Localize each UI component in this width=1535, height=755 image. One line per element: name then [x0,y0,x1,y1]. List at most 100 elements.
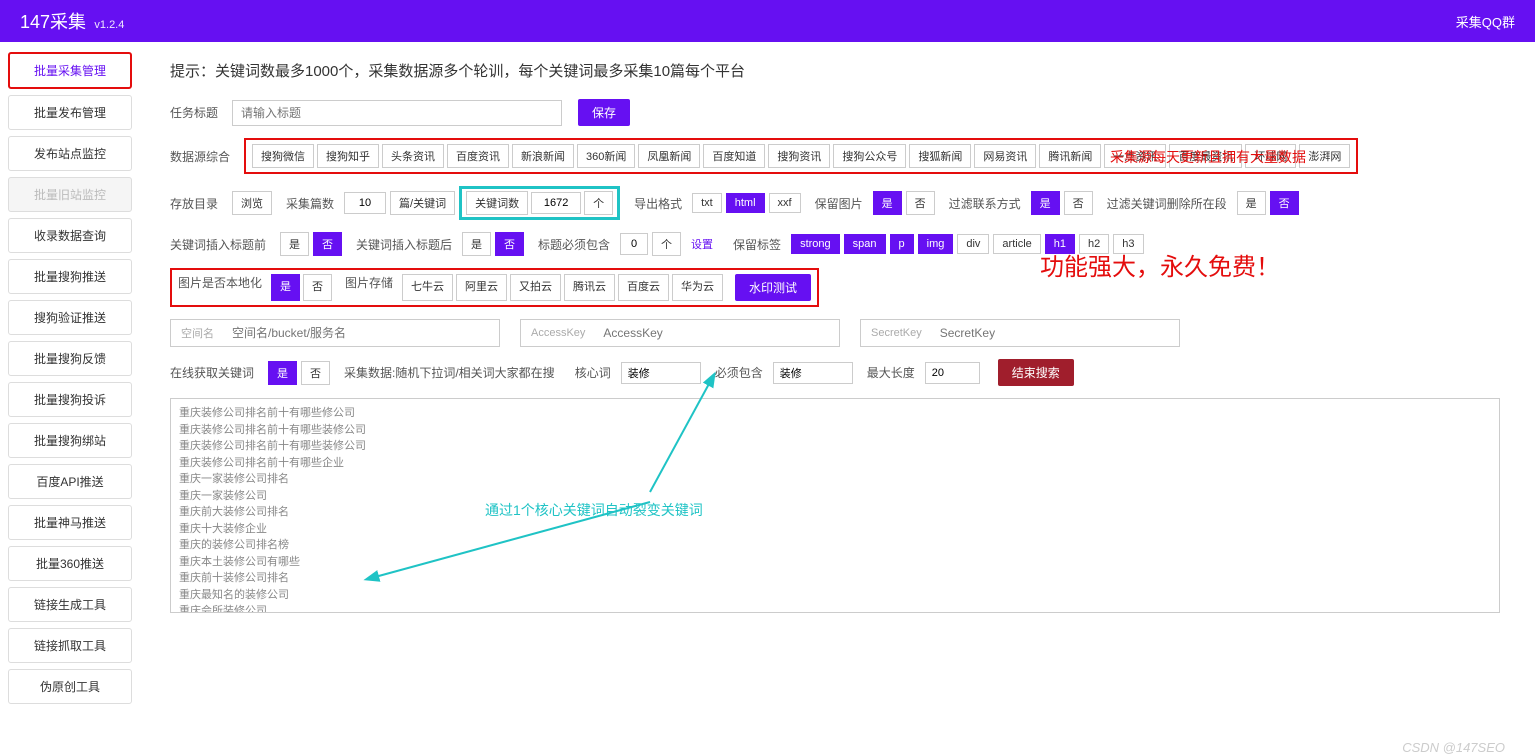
source-tag[interactable]: 百度资讯 [447,144,509,168]
store-baidu[interactable]: 百度云 [618,274,669,301]
csdn-watermark: CSDN @147SEO [1402,740,1505,755]
source-tag[interactable]: 腾讯新闻 [1039,144,1101,168]
filter-kw-yes[interactable]: 是 [1237,191,1266,215]
keep-img-label: 保留图片 [815,195,863,212]
insert-before-label: 关键词插入标题前 [170,236,266,253]
format-txt[interactable]: txt [692,193,722,213]
tag-span[interactable]: span [844,234,886,254]
tag-img[interactable]: img [918,234,954,254]
sidebar-item-old-monitor: 批量旧站监控 [8,177,132,212]
filter-contact-label: 过滤联系方式 [949,195,1021,212]
settings-link[interactable]: 设置 [691,236,713,252]
online-kw-yes[interactable]: 是 [268,361,297,385]
img-store-label: 图片存储 [345,274,393,301]
accesskey-input-group: AccessKey [520,319,840,347]
source-tag[interactable]: 凤凰新闻 [638,144,700,168]
sidebar-item-shenma-push[interactable]: 批量神马推送 [8,505,132,540]
sidebar-item-publish-manage[interactable]: 批量发布管理 [8,95,132,130]
task-title-input[interactable] [232,100,562,126]
sk-prefix: SecretKey [861,327,932,339]
source-label: 数据源综合 [170,148,230,165]
source-tag[interactable]: 网易资讯 [974,144,1036,168]
sidebar: 批量采集管理 批量发布管理 发布站点监控 批量旧站监控 收录数据查询 批量搜狗推… [0,42,140,720]
sidebar-item-baidu-api[interactable]: 百度API推送 [8,464,132,499]
store-tencent[interactable]: 腾讯云 [564,274,615,301]
collect-num-input[interactable] [344,192,386,214]
filter-contact-no[interactable]: 否 [1064,191,1093,215]
annotation-source-note: 采集源每天更新且拥有大量数据 [1110,147,1306,167]
source-tag[interactable]: 搜狗公众号 [833,144,906,168]
source-tag[interactable]: 新浪新闻 [512,144,574,168]
tag-div[interactable]: div [957,234,989,254]
browse-button[interactable]: 浏览 [232,191,272,215]
source-tag[interactable]: 百度知道 [703,144,765,168]
source-tag[interactable]: 搜狐新闻 [909,144,971,168]
must-contain-label: 标题必须包含 [538,236,610,253]
source-tag[interactable]: 搜狗知乎 [317,144,379,168]
sidebar-item-index-query[interactable]: 收录数据查询 [8,218,132,253]
task-title-label: 任务标题 [170,104,218,121]
keyword-count-highlight: 关键词数 个 [459,186,620,220]
max-len-label: 最大长度 [867,364,915,381]
must-contain-unit: 个 [652,232,681,256]
source-tag[interactable]: 头条资讯 [382,144,444,168]
online-kw-no[interactable]: 否 [301,361,330,385]
format-html[interactable]: html [726,193,765,213]
space-input[interactable] [224,320,484,346]
insert-before-no[interactable]: 否 [313,232,342,256]
source-tag[interactable]: 搜狗微信 [252,144,314,168]
keep-img-no[interactable]: 否 [906,191,935,215]
accesskey-input[interactable] [595,320,835,346]
insert-after-yes[interactable]: 是 [462,232,491,256]
keep-img-yes[interactable]: 是 [873,191,902,215]
end-search-button[interactable]: 结束搜索 [998,359,1074,386]
filter-contact-yes[interactable]: 是 [1031,191,1060,215]
img-local-label: 图片是否本地化 [178,274,262,301]
tag-p[interactable]: p [890,234,914,254]
sidebar-item-sogou-complaint[interactable]: 批量搜狗投诉 [8,382,132,417]
source-tag[interactable]: 澎湃网 [1299,144,1350,168]
sidebar-item-sogou-push[interactable]: 批量搜狗推送 [8,259,132,294]
app-version: v1.2.4 [94,19,124,31]
format-xxf[interactable]: xxf [769,193,801,213]
max-len-input[interactable] [925,362,980,384]
sidebar-item-pseudo-original[interactable]: 伪原创工具 [8,669,132,704]
keyword-unit: 个 [584,191,613,215]
keyword-num-input[interactable] [531,192,581,214]
filter-kw-no[interactable]: 否 [1270,191,1299,215]
store-aliyun[interactable]: 阿里云 [456,274,507,301]
insert-after-no[interactable]: 否 [495,232,524,256]
save-button[interactable]: 保存 [578,99,630,126]
sidebar-item-360-push[interactable]: 批量360推送 [8,546,132,581]
core-kw-input[interactable] [621,362,701,384]
tag-strong[interactable]: strong [791,234,840,254]
sidebar-item-collect-manage[interactable]: 批量采集管理 [8,52,132,89]
keyword-num-label: 关键词数 [466,191,528,215]
sidebar-item-link-grab[interactable]: 链接抓取工具 [8,628,132,663]
store-qiniu[interactable]: 七牛云 [402,274,453,301]
store-huawei[interactable]: 华为云 [672,274,723,301]
source-tag[interactable]: 搜狗资讯 [768,144,830,168]
source-tag[interactable]: 360新闻 [577,144,635,168]
img-local-no[interactable]: 否 [303,274,332,301]
keep-tags-label: 保留标签 [733,236,781,253]
sidebar-item-link-gen[interactable]: 链接生成工具 [8,587,132,622]
sidebar-item-sogou-bind[interactable]: 批量搜狗绑站 [8,423,132,458]
sidebar-item-sogou-feedback[interactable]: 批量搜狗反馈 [8,341,132,376]
qq-group-link[interactable]: 采集QQ群 [1456,12,1515,31]
ak-prefix: AccessKey [521,327,595,339]
img-local-yes[interactable]: 是 [271,274,300,301]
app-title: 147采集 [20,12,86,32]
must-contain-count[interactable] [620,233,648,255]
store-upyun[interactable]: 又拍云 [510,274,561,301]
insert-before-yes[interactable]: 是 [280,232,309,256]
must-contain-input[interactable] [773,362,853,384]
watermark-test-button[interactable]: 水印测试 [735,274,811,301]
keywords-textarea[interactable]: 重庆装修公司排名前十有哪些修公司 重庆装修公司排名前十有哪些装修公司 重庆装修公… [170,398,1500,613]
secretkey-input[interactable] [932,320,1172,346]
insert-after-label: 关键词插入标题后 [356,236,452,253]
sidebar-item-sogou-verify[interactable]: 搜狗验证推送 [8,300,132,335]
must-contain-label2: 必须包含 [715,364,763,381]
tag-article[interactable]: article [993,234,1040,254]
sidebar-item-site-monitor[interactable]: 发布站点监控 [8,136,132,171]
